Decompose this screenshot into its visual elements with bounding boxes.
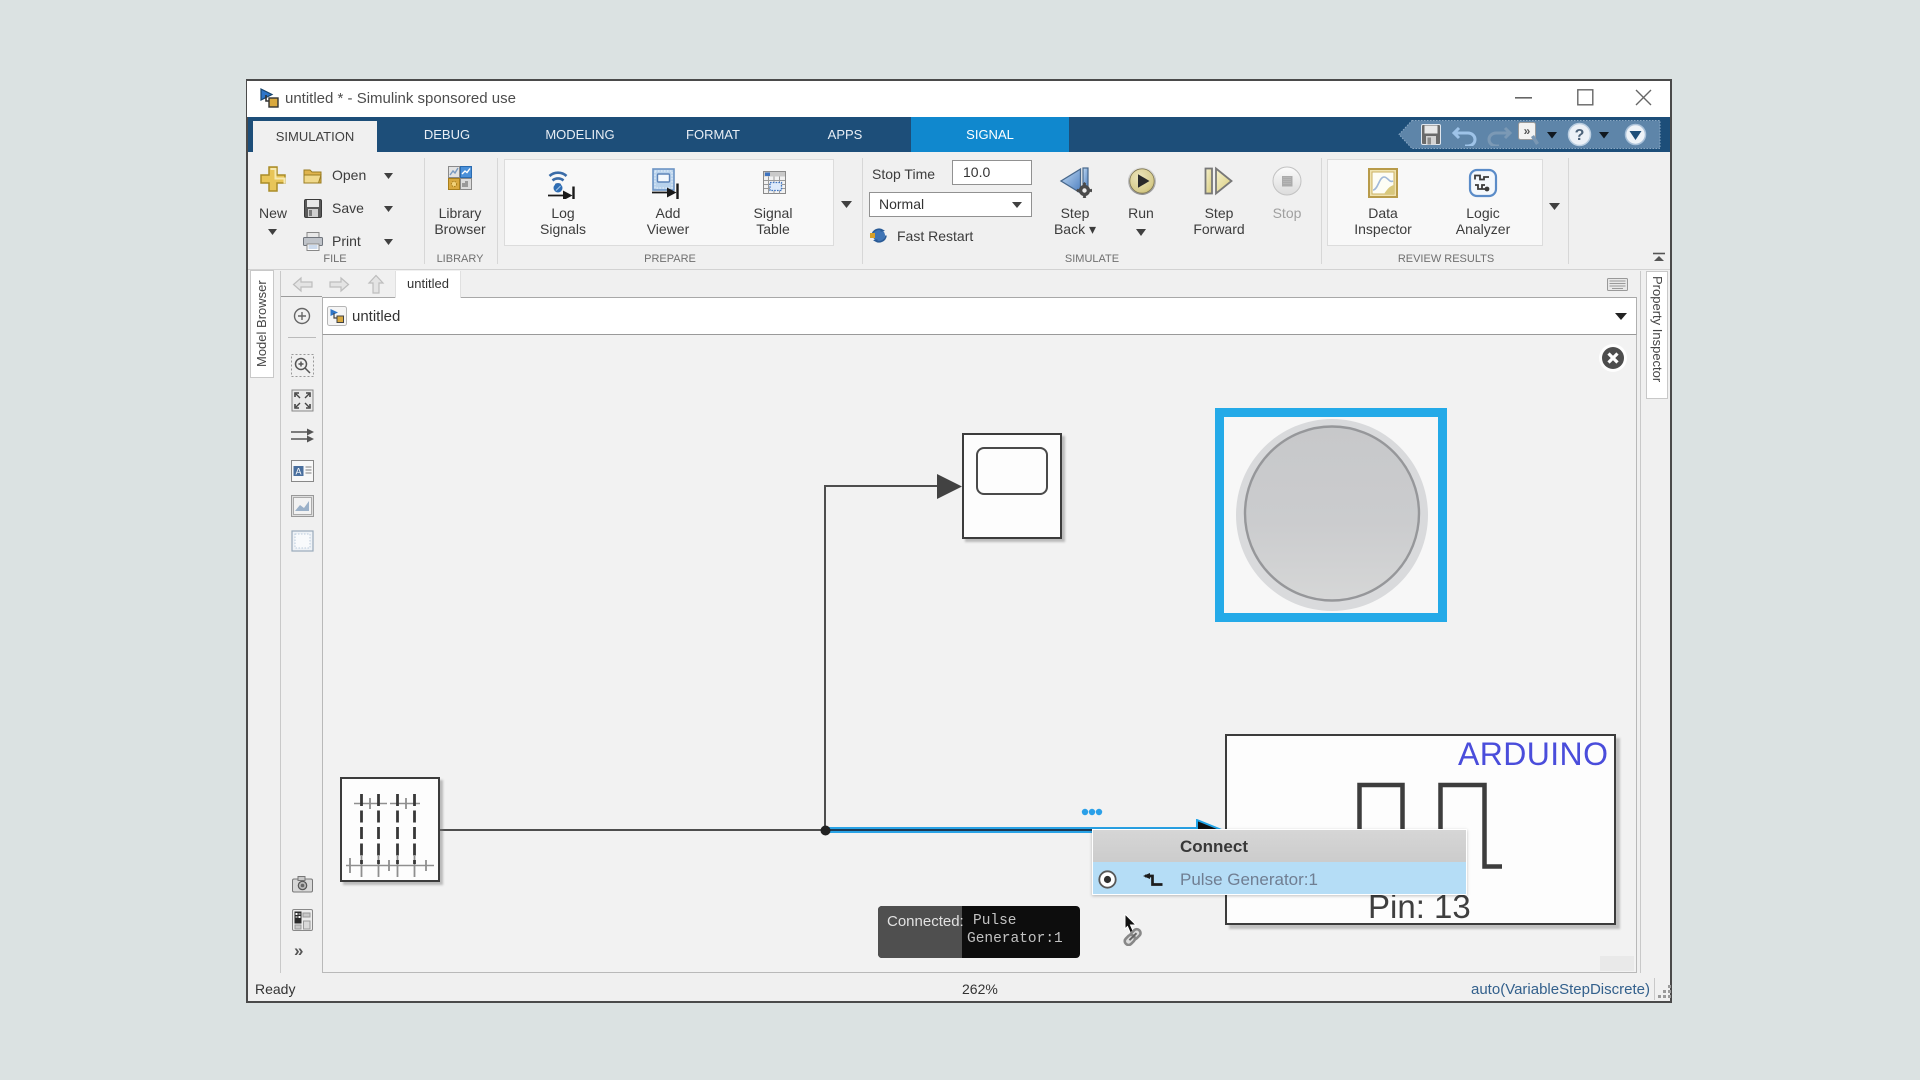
svg-text:?: ?	[1575, 127, 1585, 144]
svg-text:»: »	[1524, 124, 1531, 138]
svg-text:A: A	[295, 467, 301, 477]
